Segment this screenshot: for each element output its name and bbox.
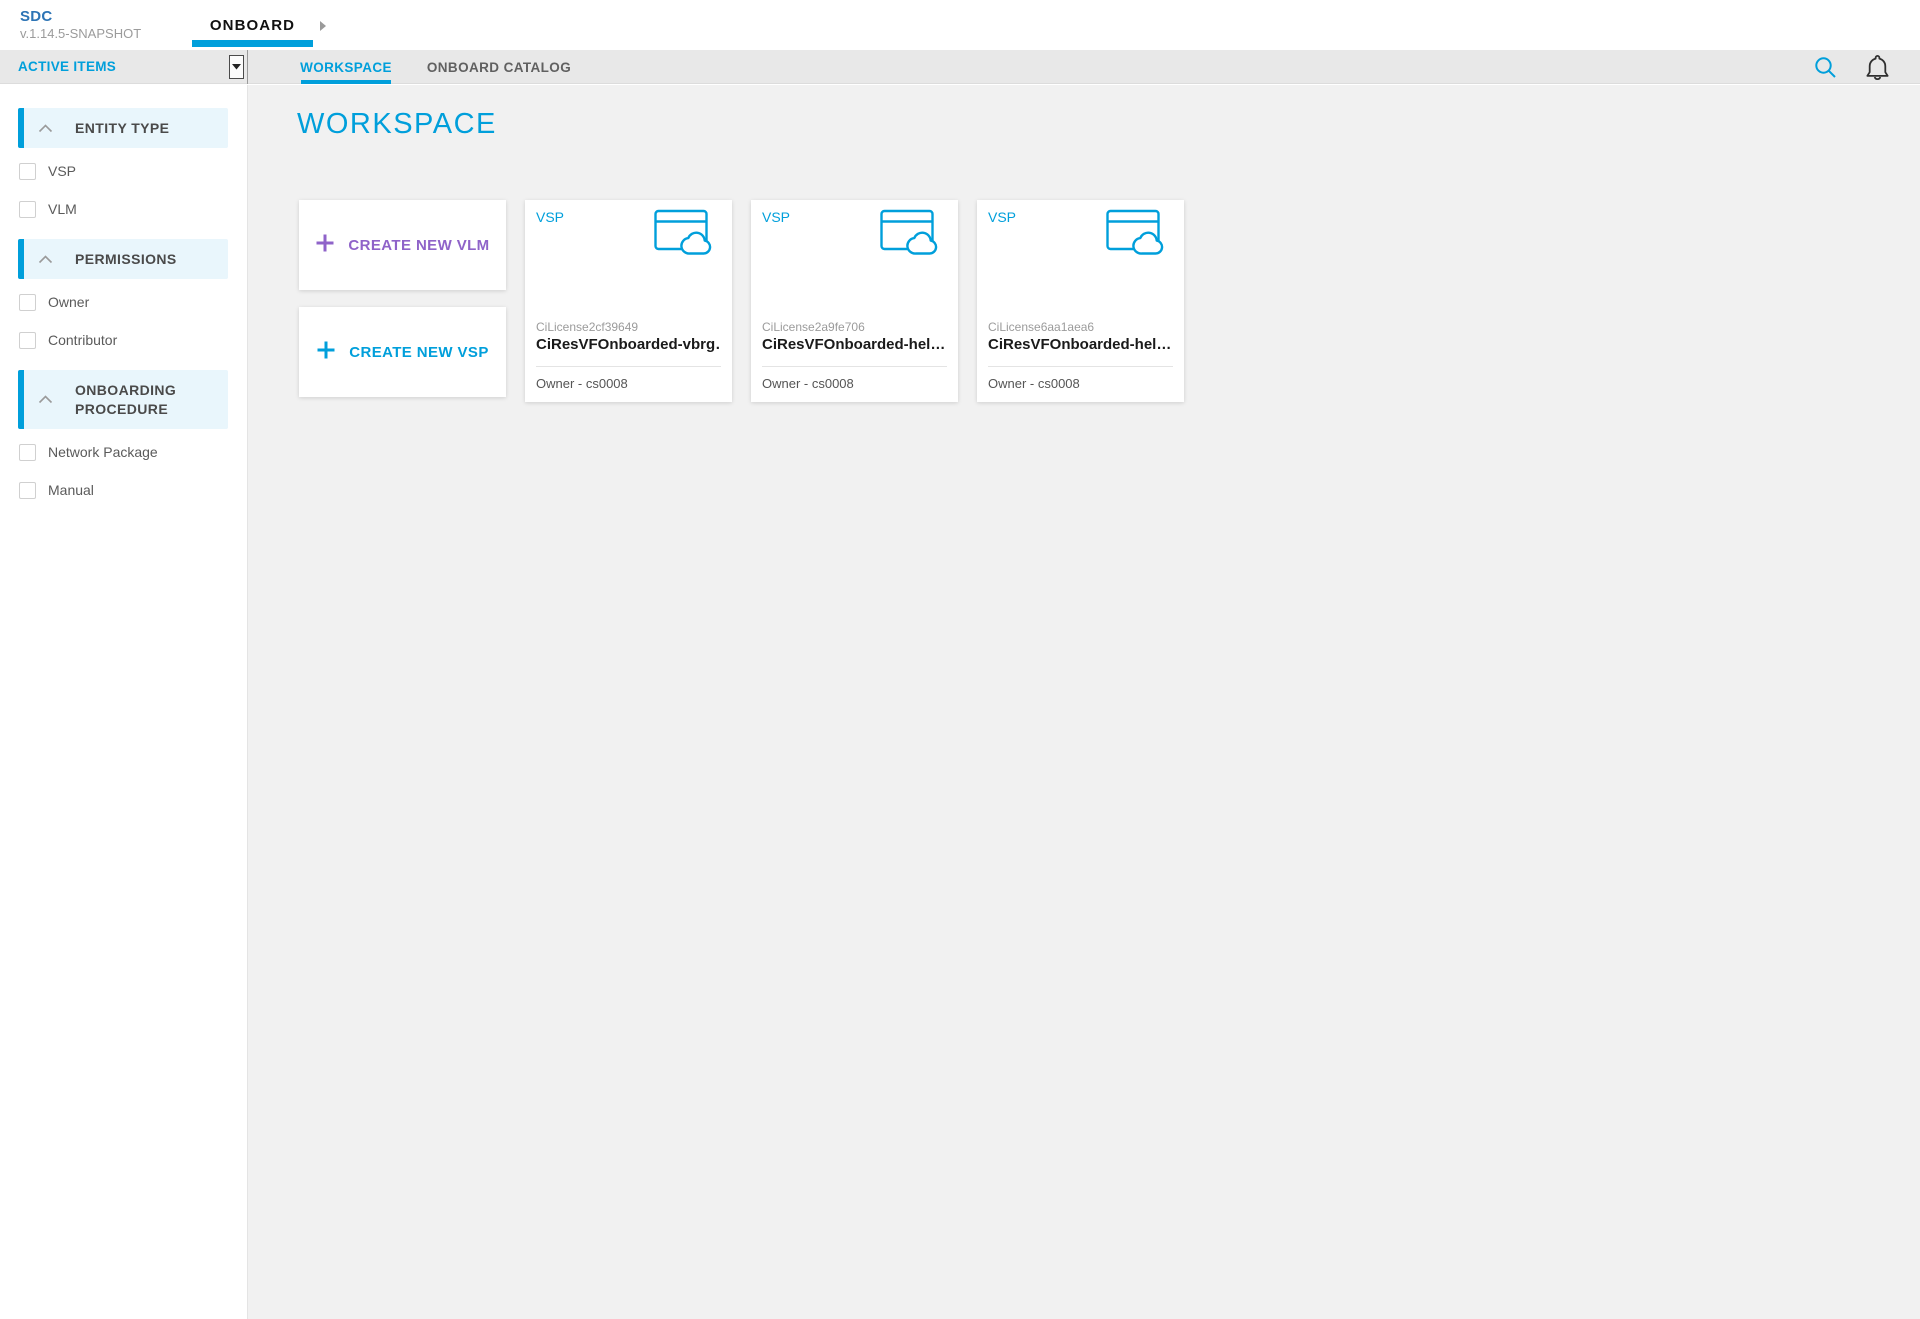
checkbox[interactable] <box>19 294 36 311</box>
tab-onboard-catalog[interactable]: ONBOARD CATALOG <box>424 50 574 84</box>
card-owner-label: Owner - cs0008 <box>536 367 721 402</box>
active-items-select-value: ACTIVE ITEMS <box>18 59 116 74</box>
filter-item-contributor[interactable]: Contributor <box>19 325 247 355</box>
subnav-bar: ACTIVE ITEMS WORKSPACE ONBOARD CATALOG <box>0 50 1920 84</box>
tab-workspace[interactable]: WORKSPACE <box>296 50 396 84</box>
filter-item-network-package[interactable]: Network Package <box>19 437 247 467</box>
sdc-onboarding-app: SDC v.1.14.5-SNAPSHOT ONBOARD ACTIVE ITE… <box>0 0 1920 1319</box>
checkbox[interactable] <box>19 201 36 218</box>
card-owner-label: Owner - cs0008 <box>762 367 947 402</box>
plus-icon <box>316 340 336 365</box>
tab-workspace-label: WORKSPACE <box>300 60 392 75</box>
tab-onboard-active-underline <box>192 40 313 47</box>
filter-item-vlm[interactable]: VLM <box>19 194 247 224</box>
card-name-label: CiResVFOnboarded-vbrg… <box>536 335 721 355</box>
search-icon[interactable] <box>1814 56 1837 79</box>
caret-down-icon[interactable] <box>229 55 244 79</box>
software-product-cloud-icon <box>880 209 938 260</box>
create-buttons-column: CREATE NEW VLM CREATE NEW VSP <box>299 200 506 397</box>
logo-title: SDC <box>20 9 141 26</box>
filter-item-label: Manual <box>48 482 94 498</box>
card-name-label: CiResVFOnboarded-hel… <box>988 335 1173 355</box>
filter-section-entity-type[interactable]: ENTITY TYPE <box>18 108 228 148</box>
plus-icon <box>315 233 335 258</box>
app-header: SDC v.1.14.5-SNAPSHOT ONBOARD <box>0 0 1920 50</box>
subnav-filter-area: ACTIVE ITEMS <box>0 50 248 84</box>
cards-row: CREATE NEW VLM CREATE NEW VSP VSP <box>299 200 1184 402</box>
vsp-card[interactable]: VSP CiLicense2a9fe706 CiResVFOnboarded-h… <box>751 200 958 402</box>
workspace-main: WORKSPACE CREATE NEW VLM CREATE NEW VSP <box>248 85 1920 1319</box>
filter-section-onboarding-procedure[interactable]: ONBOARDING PROCEDURE <box>18 370 228 429</box>
filter-section-title: ONBOARDING PROCEDURE <box>75 381 218 419</box>
card-info: CiLicense6aa1aea6 CiResVFOnboarded-hel… <box>988 320 1173 355</box>
software-product-cloud-icon <box>1106 209 1164 260</box>
page-title: WORKSPACE <box>297 108 497 141</box>
vsp-card[interactable]: VSP CiLicense2cf39649 CiResVFOnboarded-v… <box>525 200 732 402</box>
tab-onboard-label: ONBOARD <box>210 17 295 34</box>
filter-item-label: Contributor <box>48 332 117 348</box>
vsp-card[interactable]: VSP CiLicense6aa1aea6 CiResVFOnboarded-h… <box>977 200 1184 402</box>
filter-item-vsp[interactable]: VSP <box>19 156 247 186</box>
filter-sidebar: ENTITY TYPE VSP VLM PERMISSIONS Owner Co… <box>0 85 248 1319</box>
create-new-vsp-button[interactable]: CREATE NEW VSP <box>299 307 506 397</box>
filter-item-label: Owner <box>48 294 89 310</box>
tab-workspace-active-underline <box>301 80 391 84</box>
caret-right-icon[interactable] <box>319 19 327 37</box>
filter-item-owner[interactable]: Owner <box>19 287 247 317</box>
card-info: CiLicense2a9fe706 CiResVFOnboarded-hel… <box>762 320 947 355</box>
chevron-up-icon <box>38 124 53 133</box>
card-vendor-label: CiLicense6aa1aea6 <box>988 320 1173 335</box>
tab-onboard-catalog-label: ONBOARD CATALOG <box>427 60 571 75</box>
notifications-bell-icon[interactable] <box>1863 53 1891 82</box>
chevron-up-icon <box>38 395 53 404</box>
filter-item-manual[interactable]: Manual <box>19 475 247 505</box>
card-vendor-label: CiLicense2a9fe706 <box>762 320 947 335</box>
checkbox[interactable] <box>19 482 36 499</box>
card-owner-label: Owner - cs0008 <box>988 367 1173 402</box>
card-info: CiLicense2cf39649 CiResVFOnboarded-vbrg… <box>536 320 721 355</box>
filter-item-label: Network Package <box>48 444 158 460</box>
filter-section-title: PERMISSIONS <box>75 250 177 269</box>
active-items-select[interactable]: ACTIVE ITEMS <box>2 55 244 79</box>
create-new-vsp-label: CREATE NEW VSP <box>349 344 489 361</box>
filter-section-title: ENTITY TYPE <box>75 119 169 138</box>
checkbox[interactable] <box>19 163 36 180</box>
card-name-label: CiResVFOnboarded-hel… <box>762 335 947 355</box>
checkbox[interactable] <box>19 332 36 349</box>
filter-item-label: VLM <box>48 201 77 217</box>
card-vendor-label: CiLicense2cf39649 <box>536 320 721 335</box>
create-new-vlm-button[interactable]: CREATE NEW VLM <box>299 200 506 290</box>
filter-section-permissions[interactable]: PERMISSIONS <box>18 239 228 279</box>
create-new-vlm-label: CREATE NEW VLM <box>348 237 489 254</box>
sdc-logo[interactable]: SDC v.1.14.5-SNAPSHOT <box>20 9 141 41</box>
filter-item-label: VSP <box>48 163 76 179</box>
chevron-up-icon <box>38 255 53 264</box>
logo-version: v.1.14.5-SNAPSHOT <box>20 27 141 41</box>
software-product-cloud-icon <box>654 209 712 260</box>
checkbox[interactable] <box>19 444 36 461</box>
